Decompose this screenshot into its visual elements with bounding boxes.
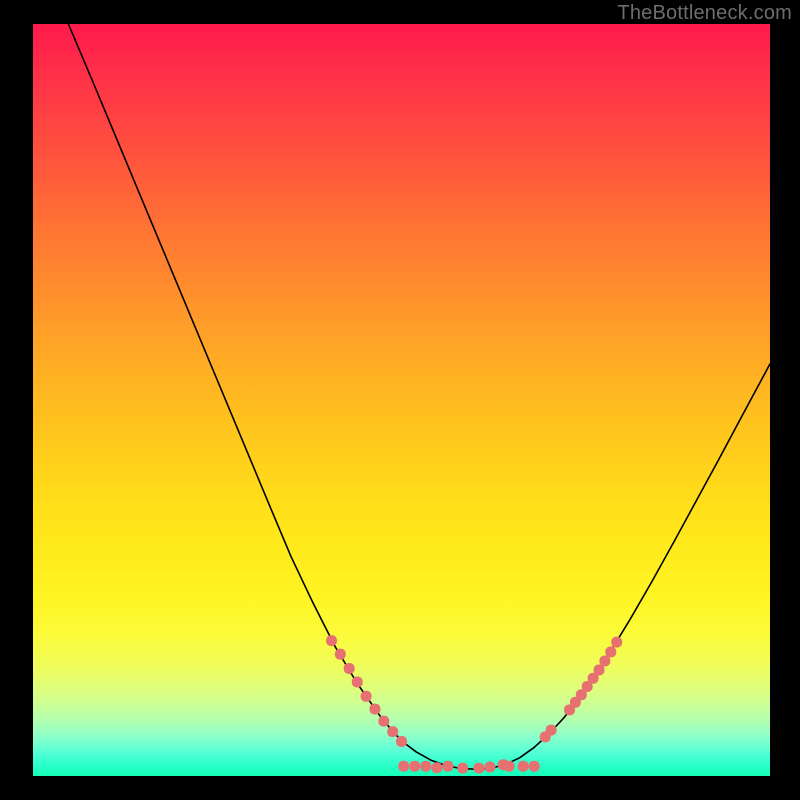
highlight-dot — [484, 761, 495, 772]
highlight-dot — [387, 726, 398, 737]
bottleneck-curve — [68, 24, 770, 769]
highlight-dot — [529, 761, 540, 772]
highlight-markers — [326, 635, 622, 773]
highlight-dot — [344, 663, 355, 674]
highlight-dot — [442, 761, 453, 772]
highlight-dot — [326, 635, 337, 646]
highlight-dot — [352, 677, 363, 688]
highlight-dot — [605, 646, 616, 657]
chart-frame: TheBottleneck.com — [0, 0, 800, 800]
highlight-dot — [518, 761, 529, 772]
highlight-dot — [504, 761, 515, 772]
highlight-dot — [361, 691, 372, 702]
highlight-dot — [473, 763, 484, 774]
highlight-dot — [611, 637, 622, 648]
highlight-dot — [420, 761, 431, 772]
highlight-dot — [431, 762, 442, 773]
highlight-dot — [369, 704, 380, 715]
highlight-dot — [396, 736, 407, 747]
watermark-text: TheBottleneck.com — [617, 2, 792, 25]
plot-area — [33, 24, 770, 776]
curve-svg — [33, 24, 770, 776]
highlight-dot — [335, 649, 346, 660]
highlight-dot — [546, 725, 557, 736]
highlight-dot — [378, 716, 389, 727]
highlight-dot — [398, 761, 409, 772]
highlight-dot — [409, 761, 420, 772]
highlight-dot — [457, 763, 468, 774]
